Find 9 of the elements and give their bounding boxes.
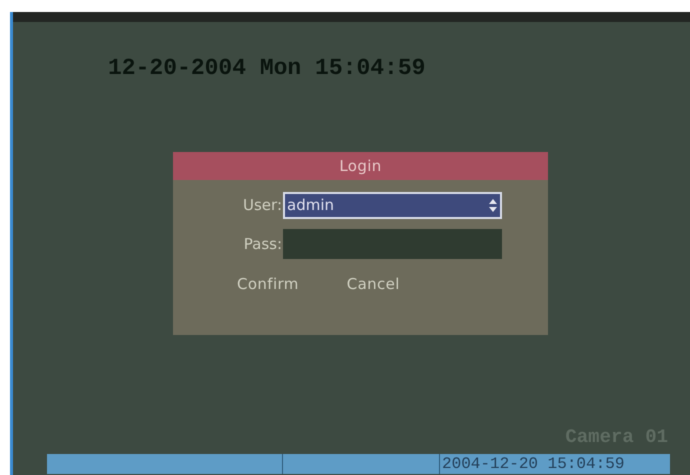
field-label: Pass: <box>242 234 283 255</box>
field-label: User: <box>242 195 283 216</box>
dialog-button[interactable]: Cancel <box>346 273 400 296</box>
user-select[interactable]: admin <box>283 192 502 219</box>
up-down-arrows-icon[interactable] <box>489 199 497 212</box>
dialog-title: Login <box>173 152 548 180</box>
status-date-time: 2004-12-20 15:04:59 <box>441 454 626 474</box>
password-field[interactable] <box>283 229 502 259</box>
dialog-button[interactable]: Confirm <box>237 273 299 296</box>
